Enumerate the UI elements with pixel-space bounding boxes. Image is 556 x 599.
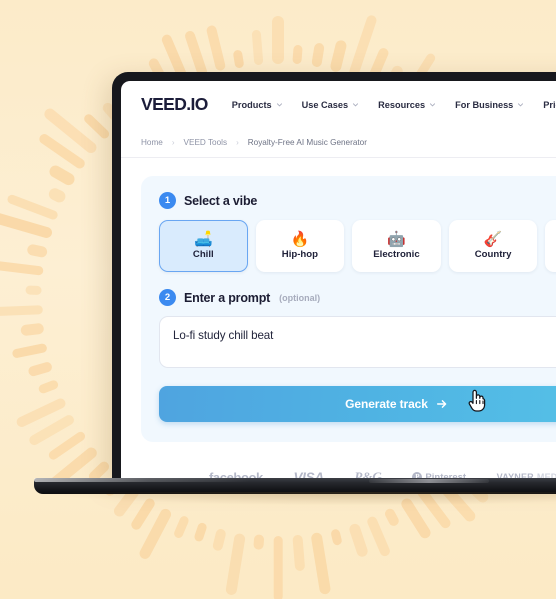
step-1-title: Select a vibe	[184, 193, 258, 208]
waveform-bar	[347, 522, 369, 559]
breadcrumb-item-home[interactable]: Home	[141, 138, 163, 147]
laptop-screen-bezel: VEED.IO Products Use Cases Resources For…	[112, 72, 556, 480]
laptop-drop-shadow	[42, 492, 556, 505]
couch-icon: 🛋️	[193, 231, 213, 248]
laptop-base-highlight	[34, 478, 334, 482]
site-navigation-bar: VEED.IO Products Use Cases Resources For…	[121, 81, 556, 128]
prompt-textarea[interactable]: Lo-fi study chill beat	[159, 316, 556, 368]
guitar-icon: 🎸	[483, 231, 503, 248]
chevron-down-icon	[518, 103, 524, 107]
generate-track-label: Generate track	[345, 397, 428, 411]
browser-viewport: VEED.IO Products Use Cases Resources For…	[121, 81, 556, 480]
step-1-badge: 1	[159, 192, 176, 209]
waveform-bar	[232, 48, 245, 68]
breadcrumb-item-veed-tools[interactable]: VEED Tools	[184, 138, 228, 147]
waveform-bar	[37, 379, 59, 395]
vibe-label: Country	[474, 249, 512, 260]
vibe-option-hip-hop[interactable]: 🔥 Hip-hop	[255, 220, 345, 272]
waveform-bar	[82, 112, 111, 140]
vibe-option-chill[interactable]: 🛋️ Chill	[159, 220, 248, 272]
nav-item-pricing[interactable]: Pricing	[543, 100, 556, 110]
nav-label: For Business	[455, 99, 514, 110]
vibe-option-dance[interactable]: 🕺 Dance	[545, 220, 556, 272]
waveform-bar	[292, 534, 305, 572]
chevron-down-icon	[430, 103, 436, 107]
prompt-value: Lo-fi study chill beat	[173, 329, 274, 342]
waveform-bar	[224, 532, 246, 596]
vibe-option-electronic[interactable]: 🤖 Electronic	[352, 220, 441, 272]
waveform-bar	[172, 515, 190, 540]
nav-label: Pricing	[543, 99, 556, 110]
nav-label: Use Cases	[301, 99, 349, 110]
waveform-bar	[311, 42, 325, 68]
fire-icon: 🔥	[290, 231, 310, 248]
waveform-bar	[26, 360, 53, 378]
waveform-bar	[310, 531, 332, 595]
waveform-bar	[47, 163, 77, 188]
nav-item-products[interactable]: Products	[232, 100, 283, 110]
generate-track-button[interactable]: Generate track	[159, 386, 556, 422]
waveform-bar	[20, 323, 45, 337]
nav-label: Products	[231, 99, 272, 110]
waveform-bar	[251, 29, 264, 66]
waveform-bar	[252, 534, 264, 551]
breadcrumb-separator-icon: ›	[236, 138, 239, 147]
vibe-label: Electronic	[373, 249, 420, 260]
vibe-label: Chill	[192, 249, 214, 260]
waveform-bar	[366, 515, 392, 558]
breadcrumb: Home › VEED Tools › Royalty-Free AI Musi…	[121, 128, 556, 158]
waveform-bar	[330, 528, 343, 546]
waveform-bar	[25, 285, 43, 296]
robot-icon: 🤖	[387, 231, 406, 248]
chevron-down-icon	[276, 103, 282, 107]
vibe-label: Hip-hop	[281, 249, 318, 260]
waveform-bar	[211, 527, 227, 552]
waveform-bar	[193, 522, 208, 543]
screenshot-stage: VEED.IO Products Use Cases Resources For…	[0, 0, 556, 599]
step-2-optional-label: (optional)	[279, 292, 321, 303]
nav-label: Resources	[378, 99, 426, 110]
waveform-bar	[383, 506, 401, 528]
step-1-header: 1 Select a vibe	[159, 192, 556, 209]
waveform-bar	[11, 342, 48, 359]
waveform-bar	[272, 16, 284, 64]
breadcrumb-separator-icon: ›	[171, 138, 175, 147]
waveform-bar	[0, 259, 45, 277]
waveform-bar	[0, 304, 43, 317]
chevron-down-icon	[353, 103, 359, 107]
waveform-bar	[292, 45, 304, 66]
waveform-bar	[205, 24, 227, 73]
nav-item-resources[interactable]: Resources	[378, 100, 436, 110]
arrow-right-icon	[436, 400, 447, 408]
step-2-title: Enter a prompt	[184, 290, 271, 305]
step-2-badge: 2	[159, 289, 176, 306]
step-2-section: 2 Enter a prompt (optional) Lo-fi study …	[159, 289, 556, 368]
music-generator-panel: 1 Select a vibe 🛋️ Chill 🔥 Hip-hop 🤖 Ele…	[141, 176, 556, 442]
waveform-bar	[25, 243, 48, 258]
nav-item-use-cases[interactable]: Use Cases	[302, 100, 359, 110]
nav-item-for-business[interactable]: For Business	[455, 100, 524, 110]
breadcrumb-item-current: Royalty-Free AI Music Generator	[247, 138, 367, 147]
waveform-bar	[183, 29, 208, 78]
veed-logo[interactable]: VEED.IO	[141, 94, 208, 115]
vibe-options-row: 🛋️ Chill 🔥 Hip-hop 🤖 Electronic 🎸 Countr…	[159, 220, 556, 272]
laptop-mockup: VEED.IO Products Use Cases Resources For…	[34, 72, 556, 505]
step-2-header: 2 Enter a prompt (optional)	[159, 289, 556, 306]
waveform-bar	[329, 38, 348, 73]
vibe-option-country[interactable]: 🎸 Country	[448, 220, 538, 272]
waveform-bar	[273, 536, 283, 599]
waveform-bar	[47, 186, 68, 205]
